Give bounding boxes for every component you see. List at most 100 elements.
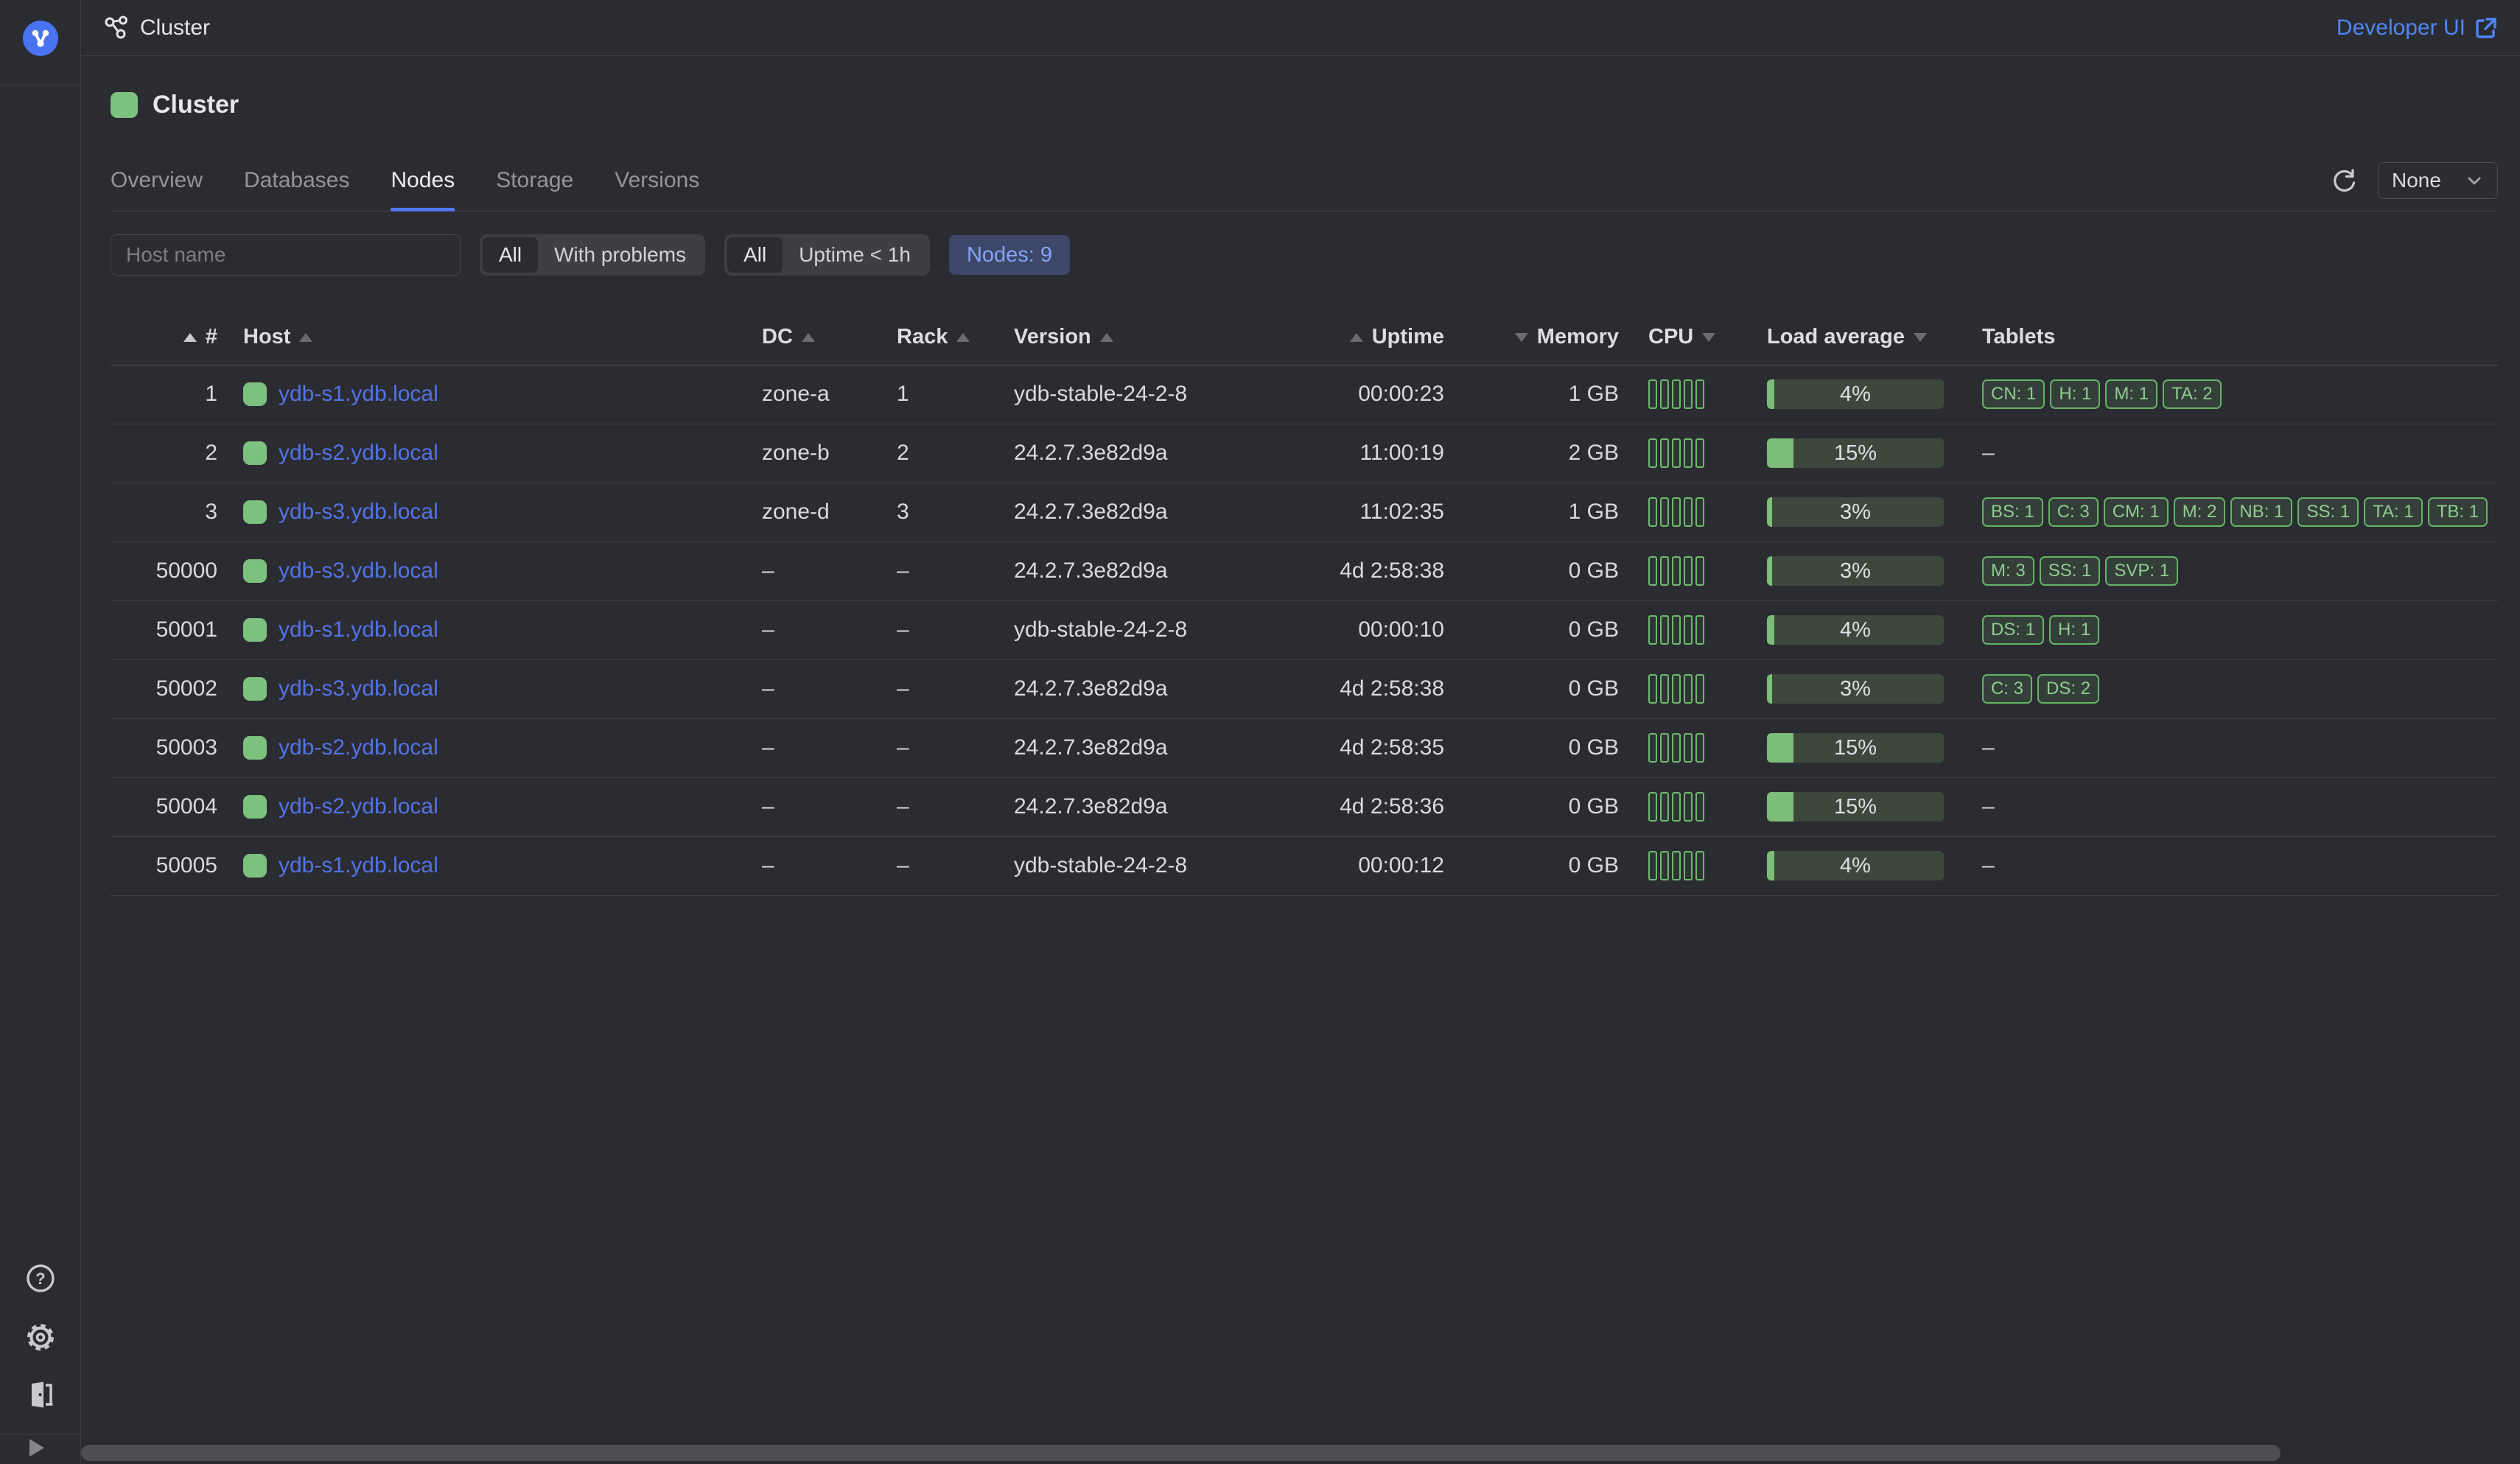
- column-label: DC: [762, 325, 793, 349]
- node-id-cell: 2: [111, 424, 217, 483]
- column-header-rack[interactable]: Rack: [881, 309, 1009, 365]
- tab-overview[interactable]: Overview: [111, 168, 203, 211]
- host-link[interactable]: ydb-s1.ydb.local: [279, 617, 438, 642]
- dc-value: –: [762, 794, 774, 819]
- rack-cell: –: [881, 718, 1009, 777]
- toggle-option[interactable]: All: [483, 237, 538, 273]
- tablet-chip[interactable]: H: 1: [2050, 379, 2100, 409]
- uptime-value: 00:00:12: [1358, 853, 1444, 878]
- node-id-cell: 50002: [111, 659, 217, 718]
- tab-versions[interactable]: Versions: [615, 168, 699, 211]
- column-label: #: [206, 325, 217, 349]
- nodes-count-badge[interactable]: Nodes: 9: [949, 235, 1070, 275]
- dc-value: –: [762, 853, 774, 878]
- column-label: Tablets: [1982, 325, 2055, 349]
- tablet-chip[interactable]: M: 3: [1982, 556, 2034, 586]
- tablet-chip[interactable]: SS: 1: [2297, 497, 2359, 527]
- nodes-table-wrap: #Host DC RackVersionUptimeMemoryCPULoad av…: [111, 309, 2498, 896]
- autorefresh-select[interactable]: None: [2378, 162, 2498, 199]
- dc-cell: –: [752, 659, 881, 718]
- host-link[interactable]: ydb-s3.ydb.local: [279, 500, 438, 525]
- breadcrumb-cluster[interactable]: Cluster: [103, 15, 210, 41]
- developer-ui-link[interactable]: Developer UI: [2337, 15, 2498, 41]
- main-content: Cluster OverviewDatabasesNodesStorageVer…: [81, 56, 2520, 1464]
- memory-cell: 0 GB: [1444, 836, 1619, 895]
- tab-nodes[interactable]: Nodes: [391, 168, 455, 211]
- column-header-load[interactable]: Load average: [1767, 309, 1960, 365]
- column-header-tablets[interactable]: Tablets: [1960, 309, 2498, 365]
- load-average-value: 15%: [1767, 792, 1944, 822]
- host-link[interactable]: ydb-s3.ydb.local: [279, 676, 438, 701]
- tab-label: Versions: [615, 168, 699, 192]
- version-value: 24.2.7.3e82d9a: [1014, 558, 1168, 583]
- tablet-chip[interactable]: C: 3: [1982, 674, 2032, 704]
- tablet-chip[interactable]: SS: 1: [2040, 556, 2101, 586]
- column-header-dc[interactable]: DC: [752, 309, 881, 365]
- column-header-uptime[interactable]: Uptime: [1334, 309, 1444, 365]
- rack-cell: –: [881, 659, 1009, 718]
- tablet-chip[interactable]: CM: 1: [2104, 497, 2169, 527]
- tablet-chip[interactable]: C: 3: [2048, 497, 2099, 527]
- uptime-cell: 11:02:35: [1334, 483, 1444, 542]
- column-header-host[interactable]: Host: [217, 309, 752, 365]
- tablet-chip[interactable]: DS: 2: [2037, 674, 2099, 704]
- node-id: 50002: [156, 676, 217, 701]
- toggle-option[interactable]: Uptime < 1h: [783, 237, 927, 273]
- cpu-core-bar: [1648, 674, 1657, 704]
- host-name-input[interactable]: [111, 234, 461, 276]
- refresh-button[interactable]: [2328, 164, 2362, 197]
- column-header-num[interactable]: #: [111, 309, 217, 365]
- tablet-chip[interactable]: H: 1: [2049, 615, 2099, 645]
- toggle-option[interactable]: With problems: [538, 237, 702, 273]
- tablet-chip[interactable]: DS: 1: [1982, 615, 2044, 645]
- tablet-chip[interactable]: SVP: 1: [2105, 556, 2178, 586]
- cpu-cell: [1619, 542, 1767, 600]
- cpu-core-bar: [1695, 851, 1704, 880]
- host-cell: ydb-s2.ydb.local: [217, 777, 752, 836]
- node-id: 50004: [156, 794, 217, 819]
- horizontal-scrollbar-thumb[interactable]: [81, 1445, 2281, 1461]
- host-link[interactable]: ydb-s2.ydb.local: [279, 441, 438, 466]
- cpu-usage-bars: [1648, 615, 1767, 645]
- help-button[interactable]: ?: [24, 1261, 57, 1295]
- tablet-chip[interactable]: BS: 1: [1982, 497, 2043, 527]
- host-link[interactable]: ydb-s1.ydb.local: [279, 382, 438, 407]
- column-header-version[interactable]: Version: [1009, 309, 1334, 365]
- host-link[interactable]: ydb-s3.ydb.local: [279, 558, 438, 584]
- cpu-usage-bars: [1648, 438, 1767, 468]
- version-value: 24.2.7.3e82d9a: [1014, 735, 1168, 760]
- cpu-core-bar: [1672, 851, 1681, 880]
- uptime-cell: 4d 2:58:38: [1334, 659, 1444, 718]
- tab-storage[interactable]: Storage: [496, 168, 573, 211]
- filters-bar: AllWith problems AllUptime < 1h Nodes: 9: [111, 234, 1070, 276]
- column-header-memory[interactable]: Memory: [1444, 309, 1619, 365]
- host-link[interactable]: ydb-s1.ydb.local: [279, 853, 438, 878]
- uptime-cell: 11:00:19: [1334, 424, 1444, 483]
- host-cell: ydb-s3.ydb.local: [217, 483, 752, 542]
- logout-button[interactable]: [24, 1378, 57, 1412]
- load-cell: 15%: [1767, 718, 1960, 777]
- host-link[interactable]: ydb-s2.ydb.local: [279, 735, 438, 760]
- tablet-chip[interactable]: TA: 2: [2163, 379, 2222, 409]
- cpu-core-bar: [1660, 851, 1669, 880]
- tablet-chip[interactable]: TA: 1: [2364, 497, 2423, 527]
- tablet-chip[interactable]: NB: 1: [2230, 497, 2292, 527]
- node-row: 50001ydb-s1.ydb.local––ydb-stable-24-2-8…: [111, 600, 2498, 659]
- version-cell: ydb-stable-24-2-8: [1009, 836, 1334, 895]
- host-link[interactable]: ydb-s2.ydb.local: [279, 794, 438, 819]
- column-header-cpu[interactable]: CPU: [1619, 309, 1767, 365]
- tablet-chip[interactable]: TB: 1: [2428, 497, 2488, 527]
- version-value: 24.2.7.3e82d9a: [1014, 500, 1168, 524]
- toggle-option[interactable]: All: [727, 237, 783, 273]
- tablet-chip[interactable]: CN: 1: [1982, 379, 2045, 409]
- tab-databases[interactable]: Databases: [244, 168, 349, 211]
- sort-down-icon: [1914, 333, 1927, 342]
- uptime-cell: 00:00:23: [1334, 365, 1444, 424]
- settings-button[interactable]: [24, 1320, 57, 1354]
- sidebar-expand-button[interactable]: [29, 1439, 44, 1457]
- ydb-logo[interactable]: [23, 21, 58, 56]
- tablet-chip[interactable]: M: 2: [2174, 497, 2226, 527]
- cpu-core-bar: [1672, 615, 1681, 645]
- tablet-chip[interactable]: M: 1: [2105, 379, 2157, 409]
- node-id: 2: [205, 441, 217, 465]
